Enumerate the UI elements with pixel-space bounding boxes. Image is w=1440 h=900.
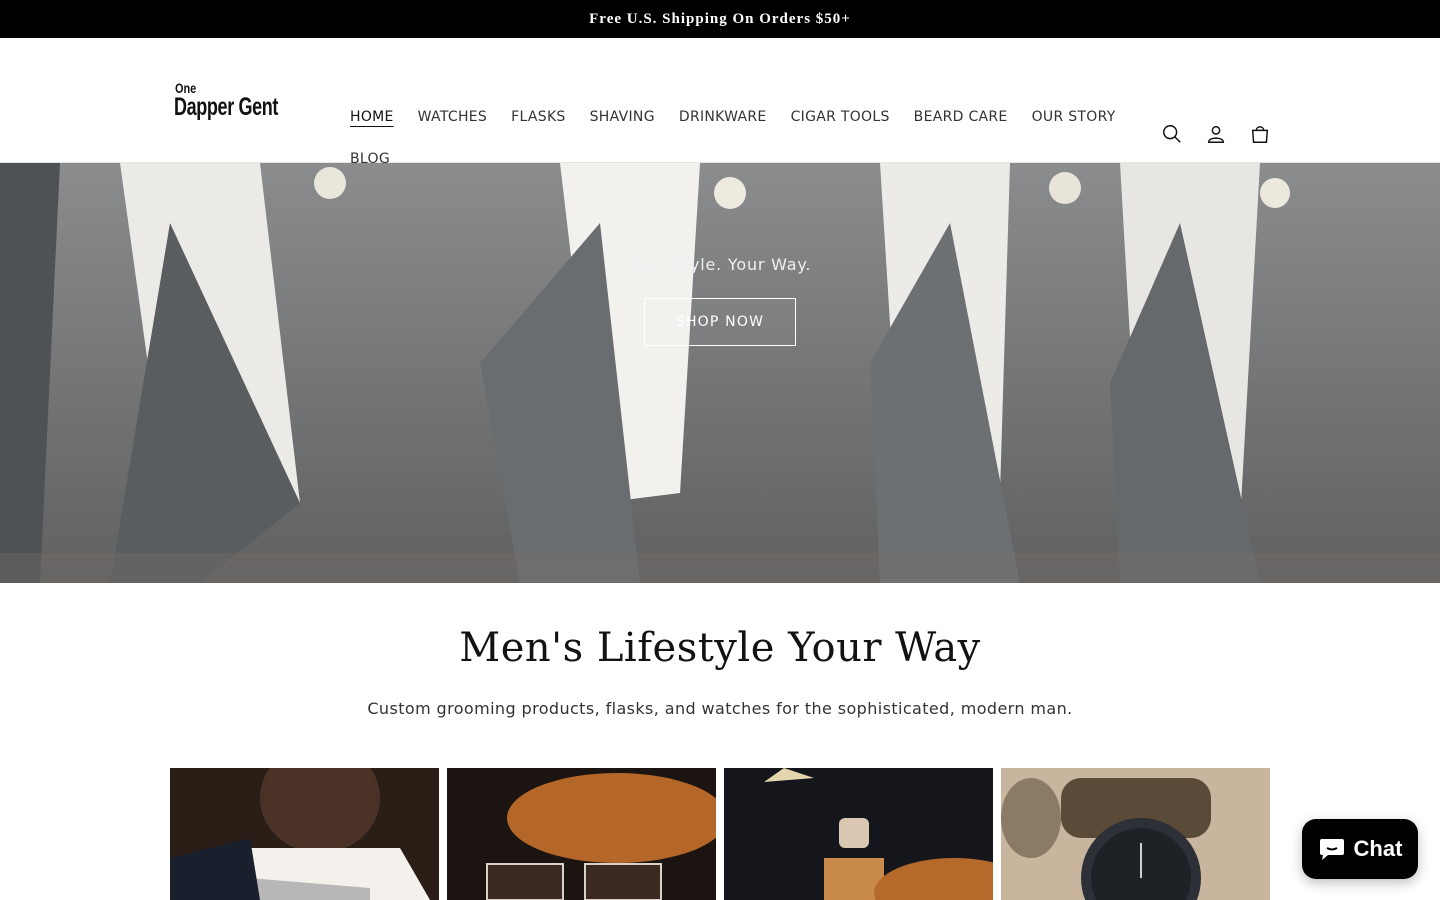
announcement-bar: Free U.S. Shipping On Orders $50+ xyxy=(0,0,1440,38)
nav-item-beard-care[interactable]: BEARD CARE xyxy=(902,109,1020,125)
collection-image-cigar xyxy=(170,768,439,900)
collection-card-drinkware[interactable] xyxy=(447,768,716,900)
collection-card-cigar[interactable] xyxy=(170,768,439,900)
intro-subheading: Custom grooming products, flasks, and wa… xyxy=(367,699,1073,718)
hero-banner: Your Style. Your Way. SHOP NOW xyxy=(0,163,1440,583)
nav-item-flasks[interactable]: FLASKS xyxy=(499,109,578,125)
collection-image-decanter xyxy=(724,768,993,900)
shop-now-button[interactable]: SHOP NOW xyxy=(644,298,796,346)
collection-card-decanter[interactable] xyxy=(724,768,993,900)
chat-bubble-icon xyxy=(1319,839,1344,860)
cart-icon[interactable] xyxy=(1248,122,1272,146)
nav-item-cigar-tools[interactable]: CIGAR TOOLS xyxy=(779,109,902,125)
chat-label: Chat xyxy=(1353,836,1403,861)
account-icon[interactable] xyxy=(1204,122,1228,146)
site-header: One Dapper Gent HOME WATCHES FLASKS SHAV… xyxy=(0,38,1440,167)
announcement-text: Free U.S. Shipping On Orders $50+ xyxy=(589,10,851,27)
collection-card-watches[interactable] xyxy=(1001,768,1270,900)
intro-section: Men's Lifestyle Your Way Custom grooming… xyxy=(0,583,1440,718)
logo-main-text: Dapper Gent xyxy=(174,92,279,121)
search-icon[interactable] xyxy=(1160,122,1184,146)
intro-heading: Men's Lifestyle Your Way xyxy=(459,625,981,671)
logo[interactable]: One Dapper Gent xyxy=(170,70,312,130)
nav-item-drinkware[interactable]: DRINKWARE xyxy=(667,109,779,125)
collection-image-drinkware xyxy=(447,768,716,900)
nav-item-home[interactable]: HOME xyxy=(338,109,406,125)
hero-image-groomsmen xyxy=(0,163,1440,583)
collection-image-watch xyxy=(1001,768,1270,900)
nav-item-watches[interactable]: WATCHES xyxy=(406,109,499,125)
hero-tagline: Your Style. Your Way. xyxy=(628,255,812,274)
collection-grid xyxy=(170,768,1270,900)
nav-item-our-story[interactable]: OUR STORY xyxy=(1020,109,1128,125)
header-icons xyxy=(1160,122,1272,146)
nav-item-shaving[interactable]: SHAVING xyxy=(578,109,667,125)
chat-button[interactable]: Chat xyxy=(1302,819,1418,879)
